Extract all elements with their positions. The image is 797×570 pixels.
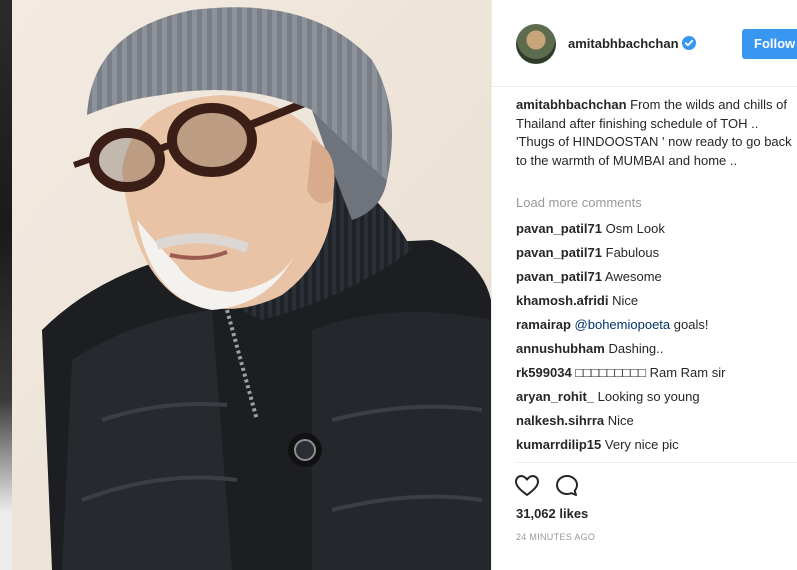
comment-username[interactable]: kumarrdilip15 xyxy=(516,437,601,452)
comment-username[interactable]: nalkesh.sihrra xyxy=(516,413,604,428)
comment-username[interactable]: aryan_rohit_ xyxy=(516,389,594,404)
comment-item: pavan_patil71 Awesome xyxy=(516,269,792,285)
load-more-comments-link[interactable]: Load more comments xyxy=(516,195,642,210)
comment-username[interactable]: annushubham xyxy=(516,341,605,356)
avatar[interactable] xyxy=(516,24,556,64)
comment-username[interactable]: pavan_patil71 xyxy=(516,221,602,236)
comment-text: Fabulous xyxy=(605,245,660,260)
comment-item: ramairap @bohemiopoeta goals! xyxy=(516,317,792,333)
post-details-panel: amitabhbachchan Follow amitabhbachchan F… xyxy=(491,0,797,570)
comment-item: nalkesh.sihrra Nice xyxy=(516,413,792,429)
comment-item: pavan_patil71 Osm Look xyxy=(516,221,792,237)
comment-username[interactable]: khamosh.afridi xyxy=(516,293,608,308)
comment-item: rk599034 □□□□□□□□□ Ram Ram sir xyxy=(516,365,792,381)
heart-icon[interactable] xyxy=(514,473,540,499)
verified-badge-icon xyxy=(682,36,696,50)
author-username[interactable]: amitabhbachchan xyxy=(568,36,679,51)
comment-text: □□□□□□□□□ Ram Ram sir xyxy=(575,365,726,380)
comment-text: Very nice pic xyxy=(604,437,679,452)
modal-backdrop xyxy=(0,0,12,570)
follow-button[interactable]: Follow xyxy=(742,29,797,59)
comment-text: Looking so young xyxy=(597,389,700,404)
comment-text: Dashing.. xyxy=(608,341,664,356)
comment-bubble-icon[interactable] xyxy=(554,473,580,499)
comment-text: Nice xyxy=(607,413,634,428)
caption-username[interactable]: amitabhbachchan xyxy=(516,97,627,112)
like-count[interactable]: 31,062 likes xyxy=(516,506,588,521)
comment-text: goals! xyxy=(673,317,709,332)
comment-username[interactable]: rk599034 xyxy=(516,365,572,380)
comment-item: kumarrdilip15 Very nice pic xyxy=(516,437,792,453)
post-caption: amitabhbachchan From the wilds and chill… xyxy=(516,96,792,170)
divider xyxy=(516,462,797,463)
portrait-illustration xyxy=(12,0,491,570)
comment-username[interactable]: pavan_patil71 xyxy=(516,269,602,284)
comment-username[interactable]: ramairap xyxy=(516,317,571,332)
post-photo[interactable] xyxy=(12,0,491,570)
comment-mention-link[interactable]: @bohemiopoeta xyxy=(575,317,671,332)
comment-item: aryan_rohit_ Looking so young xyxy=(516,389,792,405)
comment-text: Nice xyxy=(612,293,639,308)
comment-item: khamosh.afridi Nice xyxy=(516,293,792,309)
post-timestamp[interactable]: 24 MINUTES AGO xyxy=(516,532,595,542)
comment-username[interactable]: pavan_patil71 xyxy=(516,245,602,260)
comment-text: Awesome xyxy=(604,269,662,284)
post-header: amitabhbachchan Follow xyxy=(492,0,797,87)
comment-item: annushubham Dashing.. xyxy=(516,341,792,357)
comment-text: Osm Look xyxy=(605,221,665,236)
comment-item: pavan_patil71 Fabulous xyxy=(516,245,792,261)
